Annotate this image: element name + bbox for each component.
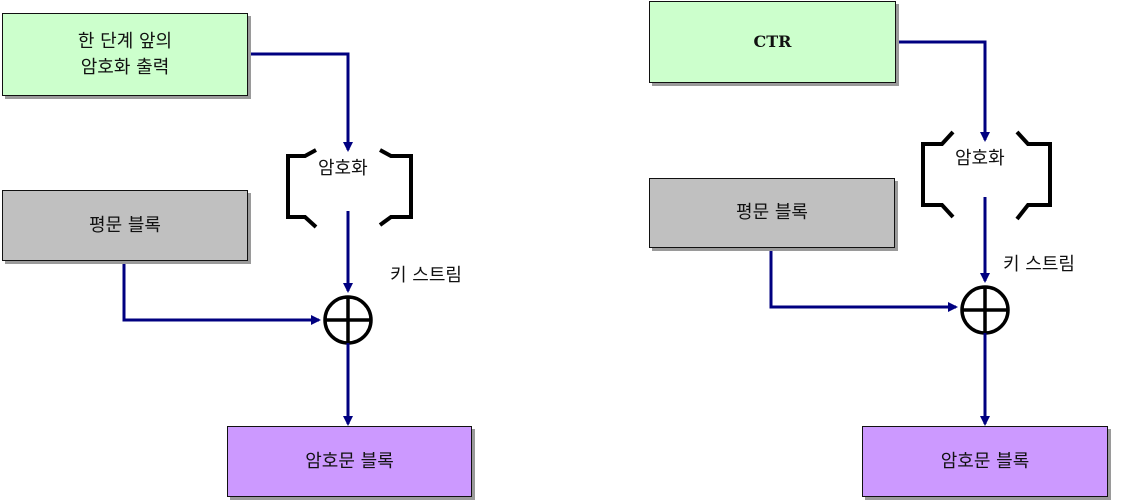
- left-plaintext-box: 평문 블록: [2, 190, 248, 261]
- right-ctr-box: CTR: [649, 1, 896, 83]
- right-encrypt-label: 암호화: [955, 148, 1005, 169]
- right-keystream-label: 키 스트림: [1003, 254, 1075, 275]
- right-ctr-label: CTR: [753, 32, 792, 51]
- left-plaintext-label: 평문 블록: [89, 214, 161, 236]
- left-arrow-plaintext-to-xor: [122, 262, 321, 325]
- right-plaintext-label: 평문 블록: [736, 202, 808, 223]
- right-arrow-plaintext-to-xor: [769, 249, 958, 312]
- right-ciphertext-box: 암호문 블록: [862, 426, 1108, 497]
- left-keystream-label: 키 스트림: [390, 265, 462, 286]
- left-ciphertext-label: 암호문 블록: [305, 450, 394, 472]
- right-ciphertext-label: 암호문 블록: [940, 450, 1030, 472]
- right-xor-symbol: [960, 285, 1010, 335]
- left-prev-output-box: 한 단계 앞의 암호화 출력: [2, 13, 248, 96]
- left-arrow-prev-to-encrypt: [248, 52, 353, 152]
- left-xor-symbol: [323, 295, 373, 345]
- left-prev-output-label: 한 단계 앞의 암호화 출력: [77, 30, 173, 78]
- left-ciphertext-box: 암호문 블록: [227, 426, 472, 497]
- left-encrypt-label: 암호화: [318, 158, 368, 179]
- right-arrow-ctr-to-encrypt: [896, 40, 990, 142]
- right-plaintext-box: 평문 블록: [649, 178, 895, 248]
